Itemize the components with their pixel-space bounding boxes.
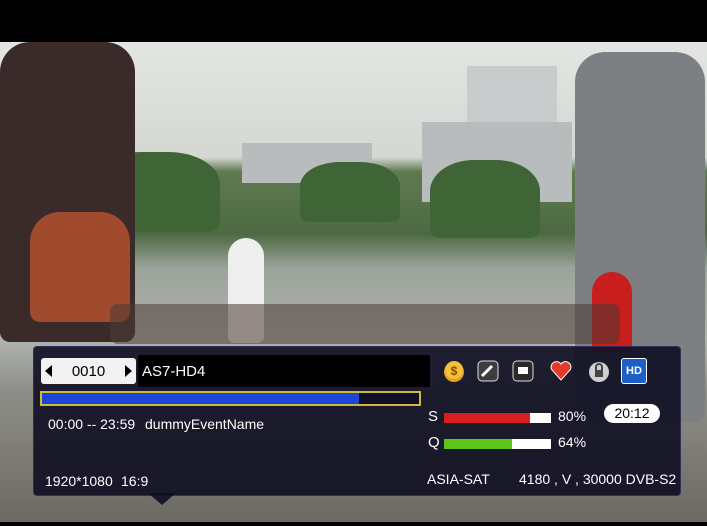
channel-number: 0010 — [71, 362, 106, 380]
event-progress-fill — [42, 393, 359, 404]
signal-strength-value: 80% — [558, 408, 587, 424]
arrow-left-icon[interactable] — [45, 365, 52, 377]
hd-icon-label: HD — [621, 358, 647, 384]
channel-number-box[interactable]: 0010 — [41, 358, 136, 384]
signal-strength-fill — [444, 413, 530, 423]
event-progress-bar — [40, 391, 421, 406]
event-time: 00:00 -- 23:59 — [48, 416, 136, 432]
event-name: dummyEventName — [145, 416, 265, 432]
signal-strength-bar — [444, 413, 551, 423]
lock-icon — [586, 356, 612, 386]
banner-pointer — [148, 493, 176, 505]
favorite-icon — [548, 356, 574, 386]
video-resolution: 1920*1080 — [45, 473, 113, 489]
subtitle-icon — [475, 356, 501, 386]
signal-quality-bar — [444, 439, 551, 449]
arrow-right-icon[interactable] — [125, 365, 132, 377]
signal-quality-value: 64% — [558, 434, 587, 450]
teletext-icon — [510, 356, 536, 386]
coin-icon: $ — [441, 356, 467, 386]
channel-name: AS7-HD4 — [142, 363, 206, 380]
transponder-info: 4180 , V , 30000 DVB-S2 — [519, 471, 677, 487]
signal-strength-label: S — [428, 408, 439, 425]
hd-icon: HD — [621, 356, 647, 386]
satellite-name: ASIA-SAT — [427, 471, 490, 487]
svg-text:$: $ — [451, 364, 458, 378]
video-aspect: 16:9 — [121, 473, 149, 489]
signal-quality-fill — [444, 439, 513, 449]
clock: 20:12 — [604, 404, 660, 423]
signal-quality-label: Q — [428, 434, 440, 451]
